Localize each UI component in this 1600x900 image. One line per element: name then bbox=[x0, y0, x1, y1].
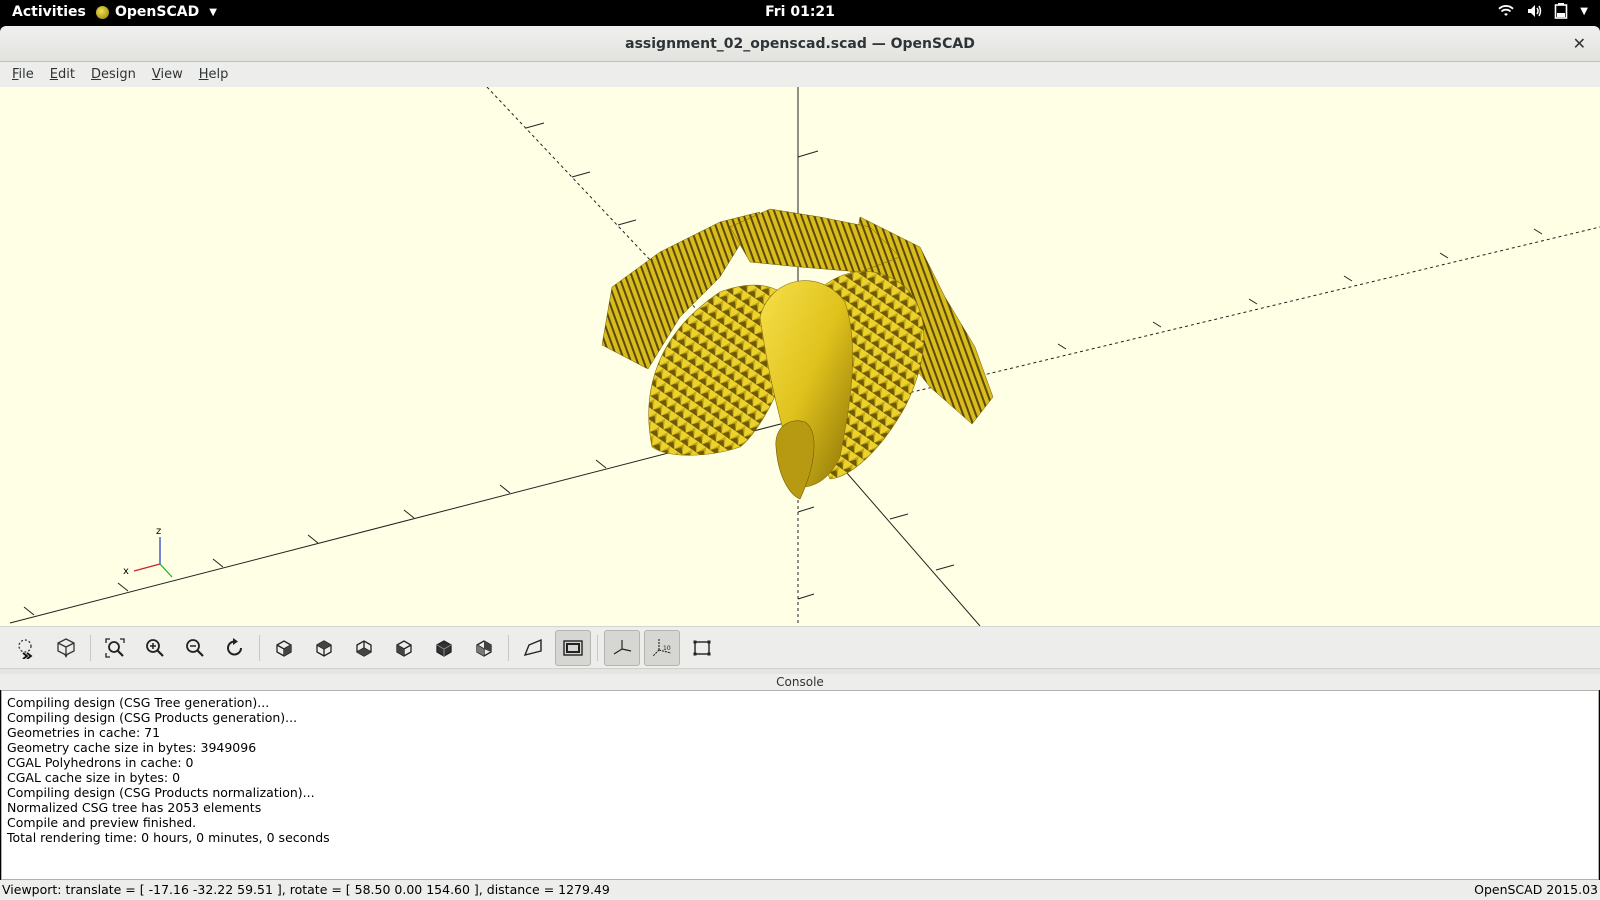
view-back-icon bbox=[476, 639, 492, 657]
preview-icon bbox=[18, 638, 33, 659]
console-line: Geometries in cache: 71 bbox=[7, 725, 161, 740]
console-line: Total rendering time: 0 hours, 0 minutes… bbox=[7, 830, 330, 845]
viewport-status: Viewport: translate = [ -17.16 -32.22 59… bbox=[2, 882, 610, 897]
volume-icon[interactable] bbox=[1526, 3, 1542, 19]
console-line: Compile and preview finished. bbox=[7, 815, 197, 830]
version-label: OpenSCAD 2015.03 bbox=[1474, 882, 1598, 897]
view-all-icon bbox=[105, 637, 125, 658]
toolbar-separator bbox=[259, 634, 260, 661]
zoom-in-button[interactable] bbox=[137, 630, 173, 666]
view-top-button[interactable] bbox=[306, 630, 342, 666]
gizmo-z-label: z bbox=[156, 526, 161, 537]
view-left-button[interactable] bbox=[386, 630, 422, 666]
show-scale-markers-icon: 10 bbox=[652, 638, 672, 656]
view-left-icon bbox=[396, 639, 412, 657]
menu-help[interactable]: Help bbox=[191, 67, 237, 82]
console-line: Compiling design (CSG Tree generation)..… bbox=[7, 695, 270, 710]
view-toolbar: 10 bbox=[0, 626, 1600, 668]
perspective-icon bbox=[523, 638, 542, 656]
console-output[interactable]: Compiling design (CSG Tree generation)..… bbox=[1, 690, 1599, 880]
menu-caret-icon[interactable]: ▼ bbox=[1580, 6, 1588, 17]
console-title: Console bbox=[0, 674, 1600, 690]
view-all-button[interactable] bbox=[97, 630, 133, 666]
show-axes-icon bbox=[613, 639, 632, 655]
app-menu-label: OpenSCAD bbox=[115, 4, 200, 20]
preview-button[interactable] bbox=[8, 630, 44, 666]
3d-viewport[interactable]: z x bbox=[0, 87, 1600, 626]
close-window-button[interactable]: ✕ bbox=[1573, 34, 1586, 53]
activities-button[interactable]: Activities bbox=[12, 4, 86, 20]
system-tray[interactable]: ▼ bbox=[1498, 3, 1588, 19]
toolbar-separator bbox=[597, 634, 598, 661]
system-top-bar: Activities OpenSCAD ▼ Fri 01:21 ▼ bbox=[0, 0, 1600, 26]
view-back-button[interactable] bbox=[466, 630, 502, 666]
chevron-down-icon: ▼ bbox=[209, 6, 217, 18]
zoom-out-icon bbox=[186, 638, 204, 657]
console-line: Compiling design (CSG Products generatio… bbox=[7, 710, 298, 725]
battery-icon[interactable] bbox=[1554, 3, 1568, 19]
show-scale-markers-button[interactable]: 10 bbox=[644, 629, 680, 666]
openscad-app-icon bbox=[96, 5, 109, 19]
menu-edit[interactable]: Edit bbox=[42, 67, 83, 82]
menu-design[interactable]: Design bbox=[83, 67, 144, 82]
console-line: CGAL Polyhedrons in cache: 0 bbox=[7, 755, 194, 770]
viewport-canvas[interactable]: z x bbox=[0, 87, 1600, 626]
show-edges-icon bbox=[693, 640, 711, 655]
console-line: Compiling design (CSG Products normaliza… bbox=[7, 785, 315, 800]
menu-bar: File Edit Design View Help bbox=[0, 62, 1600, 87]
wifi-icon[interactable] bbox=[1498, 3, 1514, 19]
view-bottom-button[interactable] bbox=[346, 630, 382, 666]
axis-orientation-gizmo: z x bbox=[123, 526, 173, 578]
show-edges-button[interactable] bbox=[684, 630, 720, 666]
console-line: CGAL cache size in bytes: 0 bbox=[7, 770, 181, 785]
toolbar-separator bbox=[90, 634, 91, 661]
app-menu-button[interactable]: OpenSCAD ▼ bbox=[96, 4, 217, 20]
perspective-button[interactable] bbox=[515, 630, 551, 666]
reset-view-button[interactable] bbox=[217, 630, 253, 666]
view-bottom-icon bbox=[356, 639, 372, 657]
zoom-in-icon bbox=[146, 638, 164, 657]
view-top-icon bbox=[316, 639, 332, 657]
render-icon bbox=[57, 637, 75, 658]
view-front-button[interactable] bbox=[426, 630, 462, 666]
orthogonal-button[interactable] bbox=[555, 629, 591, 666]
zoom-out-button[interactable] bbox=[177, 630, 213, 666]
render-button[interactable] bbox=[48, 630, 84, 666]
show-axes-button[interactable] bbox=[604, 629, 640, 666]
svg-text:10: 10 bbox=[663, 645, 671, 652]
status-bar: Viewport: translate = [ -17.16 -32.22 59… bbox=[0, 880, 1600, 900]
view-front-icon bbox=[436, 639, 452, 657]
orthogonal-icon bbox=[563, 639, 583, 656]
view-right-button[interactable] bbox=[266, 630, 302, 666]
view-right-icon bbox=[276, 639, 292, 657]
window-titlebar: assignment_02_openscad.scad — OpenSCAD ✕ bbox=[0, 26, 1600, 62]
menu-view[interactable]: View bbox=[144, 67, 191, 82]
reset-view-icon bbox=[227, 637, 242, 655]
menu-file[interactable]: File bbox=[4, 67, 42, 82]
console-line: Geometry cache size in bytes: 3949096 bbox=[7, 740, 257, 755]
window-title: assignment_02_openscad.scad — OpenSCAD bbox=[625, 36, 975, 52]
clock[interactable]: Fri 01:21 bbox=[765, 4, 835, 20]
console-line: Normalized CSG tree has 2053 elements bbox=[7, 800, 262, 815]
gizmo-x-label: x bbox=[123, 566, 129, 577]
toolbar-separator bbox=[508, 634, 509, 661]
